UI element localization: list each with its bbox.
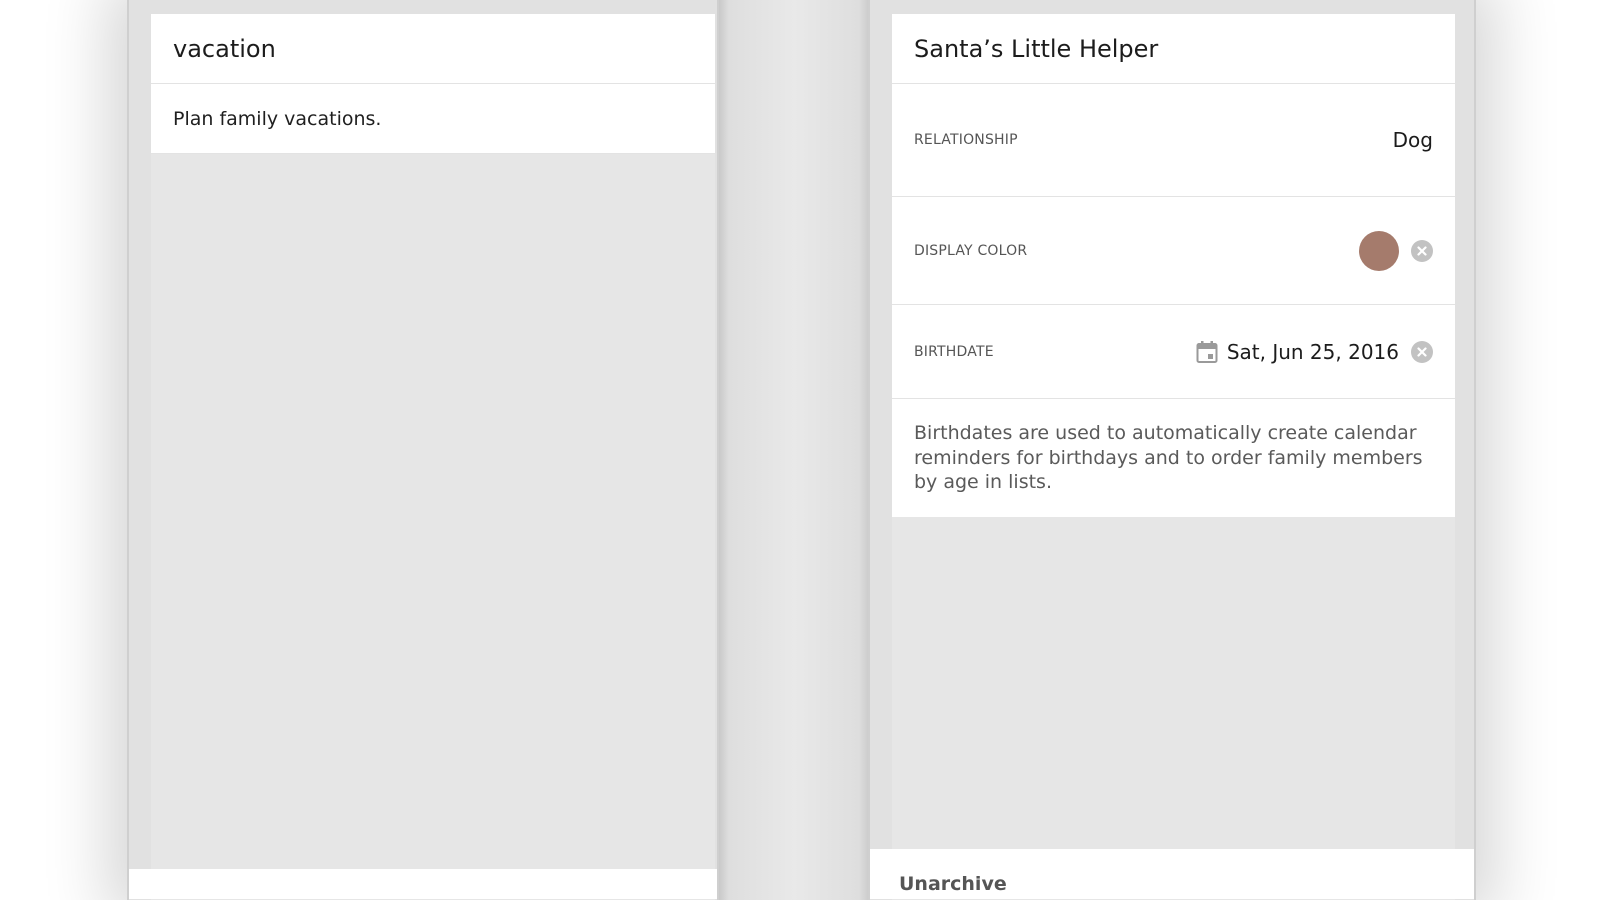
relationship-row[interactable]: RELATIONSHIP Dog xyxy=(892,84,1455,197)
app-stage: vacation Plan family vacations. Santa’s … xyxy=(0,0,1600,900)
birthdate-value[interactable]: Sat, Jun 25, 2016 xyxy=(1227,340,1399,364)
category-title-row[interactable]: vacation xyxy=(151,14,715,84)
member-name-row[interactable]: Santa’s Little Helper xyxy=(892,14,1455,84)
birthdate-label: BIRTHDATE xyxy=(914,343,994,360)
left-bottom-bar xyxy=(129,869,717,899)
right-screen: Santa’s Little Helper RELATIONSHIP Dog D… xyxy=(892,14,1455,900)
clear-color-icon[interactable] xyxy=(1411,239,1433,262)
category-description-row[interactable]: Plan family vacations. xyxy=(151,84,715,154)
birthdate-value-group: Sat, Jun 25, 2016 xyxy=(1196,340,1433,364)
panel-gap xyxy=(719,0,870,900)
birthdate-row[interactable]: BIRTHDATE Sat, Jun 25, 2016 xyxy=(892,305,1455,399)
birthdate-note: Birthdates are used to automatically cre… xyxy=(892,399,1455,517)
left-screen: vacation Plan family vacations. xyxy=(151,14,715,900)
member-name: Santa’s Little Helper xyxy=(914,34,1159,63)
display-color-label: DISPLAY COLOR xyxy=(914,242,1028,259)
category-description: Plan family vacations. xyxy=(173,107,382,130)
relationship-label: RELATIONSHIP xyxy=(914,132,1018,148)
left-device-frame: vacation Plan family vacations. xyxy=(127,0,719,900)
relationship-value[interactable]: Dog xyxy=(1393,128,1433,152)
right-device-frame: Santa’s Little Helper RELATIONSHIP Dog D… xyxy=(868,0,1476,900)
clear-birthdate-icon[interactable] xyxy=(1411,340,1433,363)
display-color-row[interactable]: DISPLAY COLOR xyxy=(892,197,1455,305)
right-bottom-bar: Unarchive xyxy=(870,849,1474,899)
category-title: vacation xyxy=(173,34,276,63)
display-color-value xyxy=(1359,230,1433,271)
unarchive-button[interactable]: Unarchive xyxy=(899,873,1007,895)
calendar-icon[interactable] xyxy=(1196,340,1218,364)
color-swatch[interactable] xyxy=(1359,230,1399,271)
